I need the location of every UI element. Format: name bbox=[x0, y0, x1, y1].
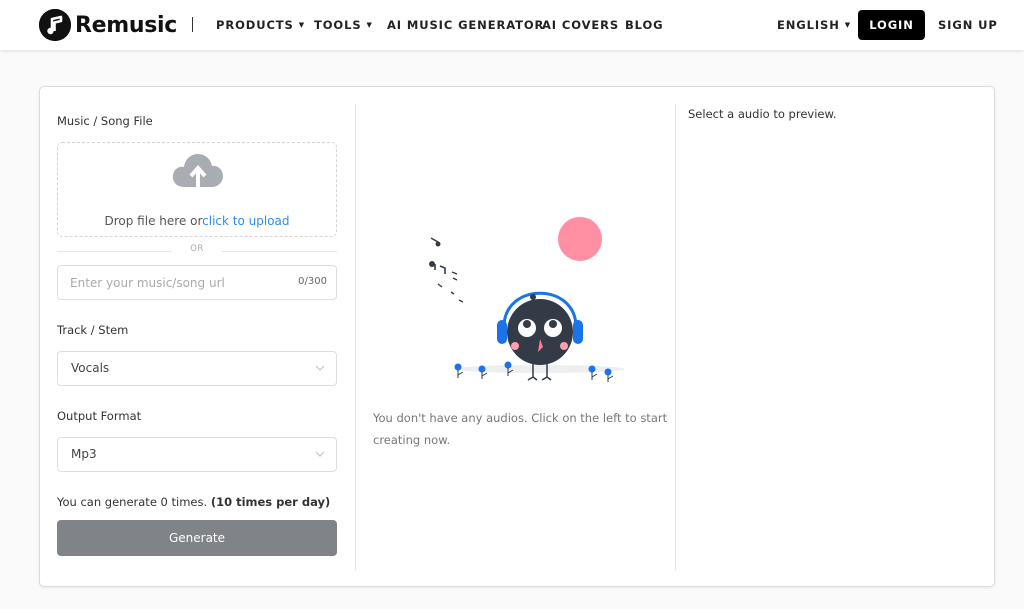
nav-tools[interactable]: TOOLS ▼ bbox=[314, 18, 373, 32]
caret-down-icon: ▼ bbox=[366, 21, 373, 29]
signup-link[interactable]: SIGN UP bbox=[938, 18, 998, 32]
track-select-value: Vocals bbox=[71, 361, 110, 375]
bird-headphones-illustration bbox=[429, 217, 625, 382]
bird-body bbox=[507, 299, 573, 365]
song-url-input[interactable] bbox=[70, 266, 290, 299]
header-divider bbox=[192, 17, 193, 32]
generate-count-text: You can generate 0 times. bbox=[57, 495, 208, 509]
language-label: ENGLISH bbox=[777, 18, 840, 32]
column-divider bbox=[675, 104, 676, 570]
format-select-value: Mp3 bbox=[71, 447, 97, 461]
drop-instructions: Drop file here orclick to upload bbox=[58, 214, 336, 228]
column-divider bbox=[355, 104, 356, 570]
generate-button[interactable]: Generate bbox=[57, 520, 337, 556]
generate-quota-info: You can generate 0 times. (10 times per … bbox=[57, 495, 330, 509]
file-dropzone[interactable]: Drop file here orclick to upload bbox=[57, 142, 337, 237]
language-selector[interactable]: ENGLISH ▼ bbox=[777, 18, 851, 32]
headphone-left bbox=[497, 320, 507, 344]
caret-down-icon: ▼ bbox=[298, 21, 306, 29]
song-url-field[interactable]: 0/300 bbox=[57, 265, 337, 300]
nav-tools-label: TOOLS bbox=[314, 18, 362, 32]
music-notes-icon bbox=[429, 237, 464, 303]
or-separator: OR bbox=[57, 244, 337, 258]
click-to-upload-link[interactable]: click to upload bbox=[202, 214, 289, 228]
nav-ai-music-generator[interactable]: AI MUSIC GENERATOR bbox=[387, 18, 544, 32]
top-navbar: Remusic PRODUCTS ▼ TOOLS ▼ AI MUSIC GENERA… bbox=[0, 0, 1024, 50]
chevron-down-icon bbox=[315, 451, 325, 457]
drop-text: Drop file here or bbox=[104, 214, 203, 228]
nav-ai-covers[interactable]: AI COVERS bbox=[542, 18, 619, 32]
headphone-right bbox=[573, 320, 583, 344]
url-char-counter: 0/300 bbox=[298, 276, 327, 287]
format-label: Output Format bbox=[57, 409, 142, 423]
empty-history-message: You don't have any audios. Click on the … bbox=[373, 411, 668, 447]
generate-limit-text: (10 times per day) bbox=[210, 495, 331, 509]
format-select[interactable]: Mp3 bbox=[57, 437, 337, 472]
main-card: Music / Song File Drop file here orclick… bbox=[39, 86, 995, 587]
caret-down-icon: ▼ bbox=[844, 21, 852, 29]
nav-products[interactable]: PRODUCTS ▼ bbox=[216, 18, 305, 32]
preview-placeholder: Select a audio to preview. bbox=[688, 107, 837, 121]
music-note-logo-icon bbox=[39, 9, 71, 41]
file-label: Music / Song File bbox=[57, 114, 153, 128]
chevron-down-icon bbox=[315, 365, 325, 371]
login-button[interactable]: LOGIN bbox=[858, 10, 925, 40]
cloud-upload-icon bbox=[172, 154, 223, 187]
or-text: OR bbox=[190, 244, 204, 254]
track-label: Track / Stem bbox=[57, 323, 129, 337]
brand-logo[interactable]: Remusic bbox=[39, 9, 177, 41]
nav-blog[interactable]: BLOG bbox=[625, 18, 664, 32]
sun-shape bbox=[558, 217, 602, 261]
track-select[interactable]: Vocals bbox=[57, 351, 337, 386]
brand-name: Remusic bbox=[75, 12, 178, 38]
nav-products-label: PRODUCTS bbox=[216, 18, 294, 32]
